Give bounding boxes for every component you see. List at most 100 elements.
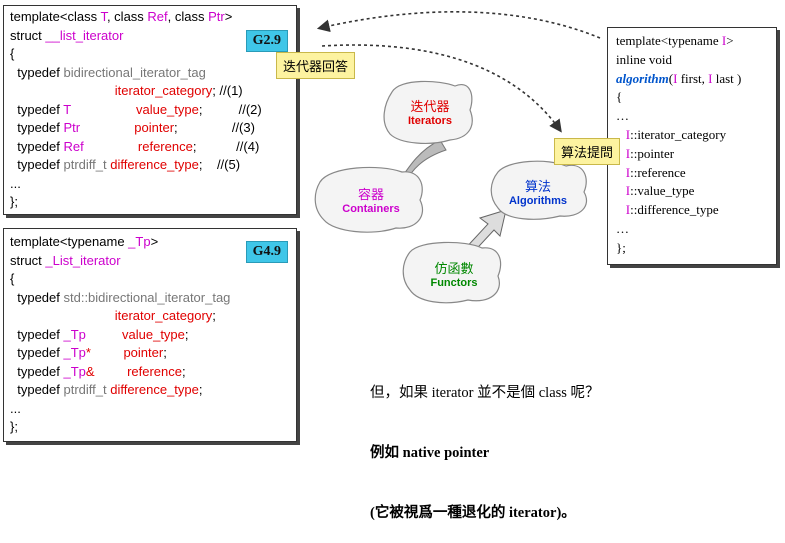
g49-code-line: }; [10, 418, 230, 437]
g49-code-token: typedef [10, 345, 64, 360]
functors-zh: 仿函數 [434, 261, 474, 276]
g29-code-token: ; //(4) [192, 138, 260, 154]
algorithm-code-line: I::value_type [616, 182, 741, 201]
algorithm-code-token: I [616, 164, 631, 180]
g29-code-token: ; //(5) [198, 157, 241, 172]
g49-code-line: iterator_category; [10, 307, 230, 326]
algorithm-code-token: … [616, 108, 629, 124]
algorithm-code-token: I [616, 183, 631, 199]
g29-code-token: pointer [80, 120, 175, 135]
g29-code-token: ... [10, 175, 21, 191]
g49-code-token: typedef [10, 326, 64, 342]
g29-code-token: reference [83, 138, 193, 154]
g49-code-token: _List_iterator [45, 252, 121, 268]
g49-code-token: typedef [10, 289, 64, 305]
g49-code-token: typedef [10, 363, 64, 379]
g49-code: template<typename _Tp> struct _List_itera… [10, 233, 230, 437]
iterators-en: Iterators [407, 115, 453, 127]
g49-code-token: _Tp [63, 345, 86, 360]
g29-code-token: ; //(3) [174, 120, 255, 135]
g29-code-line: typedef ptrdiff_t difference_type; //(5) [10, 156, 262, 175]
g49-code-line: typedef _Tp* pointer; [10, 344, 230, 363]
g49-code-token: * pointer [85, 345, 164, 360]
g29-code-token: ptrdiff_t [63, 157, 107, 172]
g29-code-line: { [10, 45, 262, 64]
g29-code-token: __list_iterator [45, 27, 124, 43]
algorithm-code-token: inline void [616, 51, 672, 67]
g49-code-token: ptrdiff_t [63, 382, 107, 397]
g29-code-token: typedef [10, 120, 64, 135]
g29-code-token: Ptr [208, 9, 225, 24]
g49-code-token: difference_type [106, 382, 199, 397]
note-line-2: 例如 native pointer [370, 445, 490, 461]
iterators-zh: 迭代器 [410, 99, 450, 114]
g29-code-line: struct __list_iterator [10, 27, 262, 46]
algorithms-zh: 算法 [524, 179, 551, 194]
g29-code-token: typedef [10, 138, 64, 154]
g29-code-token: ; //(2) [198, 101, 262, 117]
g49-code-line: typedef _Tp& reference; [10, 363, 230, 382]
g29-code-token: ; //(1) [212, 83, 243, 98]
g29-code-token: iterator_category [10, 83, 213, 98]
g29-code-line: ... [10, 175, 262, 194]
g49-code-token: typedef [10, 382, 64, 397]
g49-code-line: typedef ptrdiff_t difference_type; [10, 381, 230, 400]
algorithm-code-token: ::value_type [630, 183, 695, 199]
containers-zh: 容器 [357, 187, 384, 202]
algorithm-code: template<typename I> inline void algorithm… [616, 32, 741, 258]
algorithm-code-token: ::difference_type [630, 202, 719, 218]
g29-code-box: G2.9 template<class T, class Ref, class … [3, 5, 297, 215]
g49-code-token: ; [182, 363, 186, 379]
g29-code-token: Ref [147, 9, 168, 24]
g29-code-line: typedef bidirectional_iterator_tag [10, 64, 262, 83]
containers-blob: 容器 Containers [316, 182, 426, 226]
g49-code-line: ... [10, 400, 230, 419]
algorithm-code-token: > [726, 33, 734, 48]
algorithm-code-line: { [616, 88, 741, 107]
g29-code-token: value_type [70, 101, 199, 117]
algorithms-blob: 算法 Algorithms [490, 174, 586, 218]
g29-code-token: typedef [10, 64, 64, 80]
g29-code-token: difference_type [106, 157, 199, 172]
g49-code-token: & reference [85, 363, 182, 379]
algorithm-code-token: ::iterator_category [630, 126, 727, 142]
g29-code-token: typedef [10, 101, 64, 117]
functors-en: Functors [430, 277, 478, 289]
g29-code-line: }; [10, 193, 262, 212]
g29-code-token: T [63, 101, 71, 117]
g29-code-token: , class [106, 9, 148, 24]
g29-code-line: template<class T, class Ref, class Ptr> [10, 8, 262, 27]
g29-code-token: { [10, 46, 15, 61]
algorithm-code-line: inline void [616, 51, 741, 70]
g29-code-token: > [224, 9, 233, 24]
g29-code: template<class T, class Ref, class Ptr> s… [10, 8, 262, 212]
algorithm-code-token: }; [616, 239, 626, 255]
containers-en: Containers [342, 203, 400, 215]
functors-blob: 仿函數 Functors [404, 256, 504, 300]
algorithm-code-token: first, [677, 70, 709, 86]
g49-code-token: ... [10, 400, 21, 416]
native-pointer-note: 但，如果 iterator 並不是個 class 呢？ 例如 native po… [370, 343, 600, 543]
g29-code-token: Ptr [63, 120, 81, 135]
g49-code-token: std::bidirectional_iterator_tag [63, 289, 231, 305]
g49-code-line: typedef _Tp value_type; [10, 326, 230, 345]
algorithm-code-line: … [616, 220, 741, 239]
algorithm-code-token: last ) [712, 70, 742, 86]
algorithm-code-line: I::reference [616, 164, 741, 183]
g29-code-token: , class [167, 9, 209, 24]
algorithm-code-token: { [616, 89, 623, 105]
g29-code-token: struct [10, 27, 46, 43]
g29-code-token: typedef [10, 157, 64, 172]
g49-code-token: > [150, 234, 159, 249]
g49-code-token: ; [163, 345, 167, 360]
g49-code-token: }; [10, 419, 18, 434]
iterators-blob: 迭代器 Iterators [382, 94, 478, 138]
g49-code-token: { [10, 271, 15, 286]
iterator-answer-callout: 迭代器回答 [276, 52, 356, 79]
g29-code-line: typedef Ptr pointer; //(3) [10, 119, 262, 138]
g29-code-token: bidirectional_iterator_tag [63, 64, 206, 80]
g49-code-token: template<typename [10, 234, 129, 249]
g49-code-line: typedef std::bidirectional_iterator_tag [10, 289, 230, 308]
g29-code-token: Ref [63, 138, 84, 154]
g29-code-line: iterator_category; //(1) [10, 82, 262, 101]
